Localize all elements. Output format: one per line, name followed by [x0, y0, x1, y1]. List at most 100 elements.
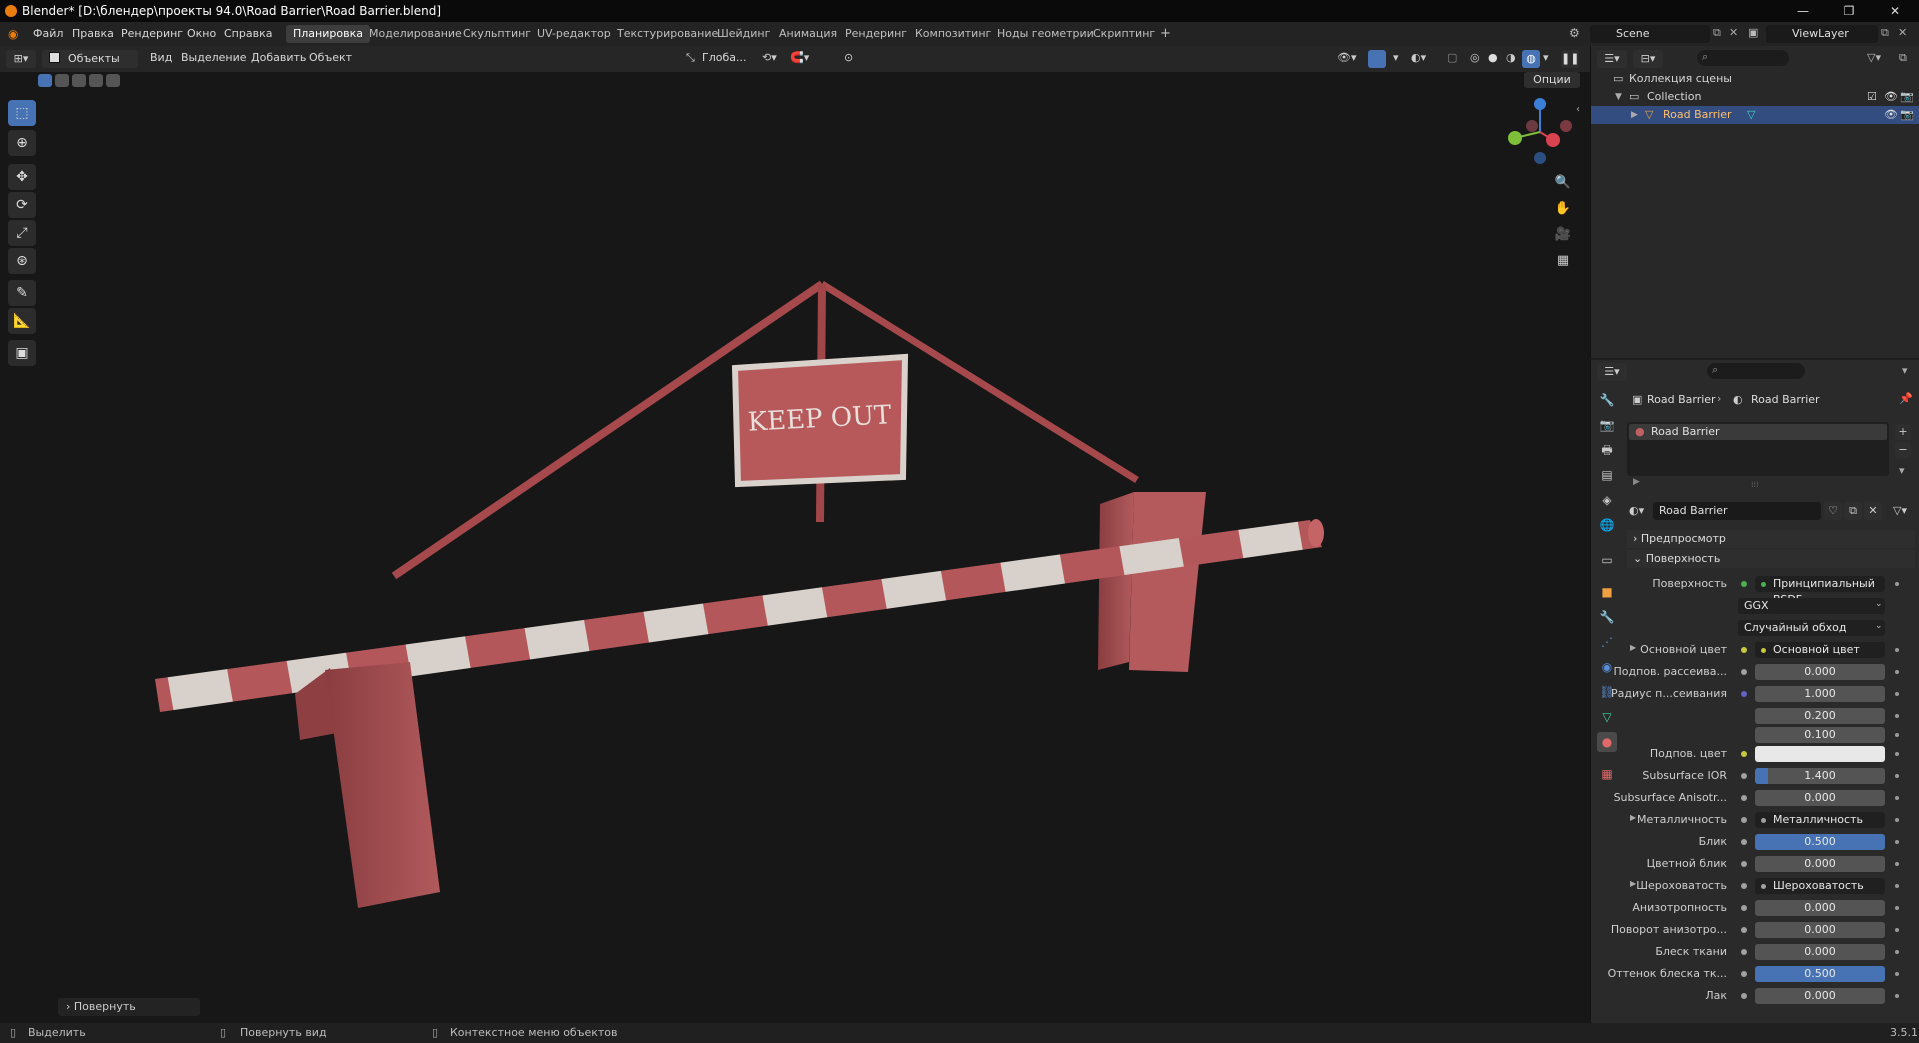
socket-icon[interactable] [1741, 751, 1747, 757]
tab-rendering[interactable]: Рендеринг [838, 25, 914, 43]
new-collection-icon[interactable]: ⧉ [1899, 51, 1907, 65]
properties-options-icon[interactable]: ▾ [1902, 364, 1908, 377]
properties-editor-type-icon[interactable]: ☰▾ [1597, 363, 1627, 381]
tab-modeling[interactable]: Моделирование [362, 25, 469, 43]
perspective-toggle-icon[interactable]: ▦ [1552, 250, 1574, 272]
scene-selector[interactable]: Scene [1590, 25, 1710, 43]
minimize-button[interactable]: — [1780, 0, 1826, 22]
menu-add[interactable]: Добавить [251, 51, 306, 64]
remove-scene-icon[interactable]: ✕ [1729, 26, 1738, 39]
socket-icon[interactable] [1741, 993, 1747, 999]
number-field[interactable]: 0.000 [1755, 856, 1885, 872]
color-swatch[interactable] [1755, 746, 1885, 762]
shading-options-icon[interactable]: ▾ [1543, 51, 1549, 64]
collection-visibility-icon[interactable]: 👁 [1884, 88, 1898, 106]
keyframe-icon[interactable] [1895, 774, 1899, 778]
slot-specials-icon[interactable]: ▾ [1899, 464, 1905, 477]
menu-select[interactable]: Выделение [181, 51, 247, 64]
number-field[interactable]: 0.200 [1755, 708, 1885, 724]
close-window-button[interactable]: ✕ [1872, 0, 1918, 22]
number-field[interactable]: 0.000 [1755, 664, 1885, 680]
filter-icon[interactable]: ▽▾ [1867, 51, 1881, 64]
collection-tab-icon[interactable]: ▭ [1597, 550, 1617, 570]
world-tab-icon[interactable]: 🌐 [1597, 515, 1617, 535]
duplicate-material-icon[interactable]: ⧉ [1844, 502, 1862, 520]
outliner-editor-type-icon[interactable]: ☰▾ [1597, 50, 1627, 68]
keyframe-icon[interactable] [1895, 862, 1899, 866]
road-barrier-row[interactable]: ▶ ▽ Road Barrier ▽ 👁 📷 [1591, 106, 1919, 124]
slot-list-expand-icon[interactable]: ▶ [1633, 477, 1640, 487]
view-layer-tab-icon[interactable]: ▤ [1597, 465, 1617, 485]
object-render-icon[interactable]: 📷 [1900, 106, 1914, 124]
display-mode-icon[interactable]: ⊟▾ [1633, 50, 1663, 68]
menu-file[interactable]: Файл [33, 27, 63, 40]
socket-icon[interactable] [1741, 905, 1747, 911]
tab-sculpting[interactable]: Скульптинг [456, 25, 538, 43]
render-tab-icon[interactable]: 📷 [1597, 415, 1617, 435]
socket-icon[interactable] [1741, 647, 1747, 653]
dropdown-select[interactable]: GGX [1738, 598, 1885, 614]
gizmo-toggle-button[interactable] [1368, 50, 1386, 68]
material-slot-row[interactable]: ● Road Barrier [1629, 424, 1887, 440]
menu-edit[interactable]: Правка [72, 27, 114, 40]
expand-socket-icon[interactable]: ▶ [1630, 643, 1636, 652]
keyframe-icon[interactable] [1895, 928, 1899, 932]
socket-icon[interactable] [1741, 669, 1747, 675]
linked-node-field[interactable]: Основной цвет [1755, 642, 1885, 658]
sidebar-toggle-icon[interactable]: ‹ [1576, 104, 1580, 115]
socket-icon[interactable] [1741, 691, 1747, 697]
scene-collection-row[interactable]: ▭ Коллекция сцены [1591, 70, 1919, 88]
pivot-point-icon[interactable]: ⟲▾ [762, 51, 777, 64]
collection-render-icon[interactable]: 📷 [1900, 88, 1914, 106]
solid-shading-icon[interactable]: ● [1488, 51, 1498, 64]
number-field[interactable]: 0.100 [1755, 727, 1885, 743]
fake-user-icon[interactable]: ♡ [1824, 502, 1842, 520]
keyframe-icon[interactable] [1895, 582, 1899, 586]
menu-window[interactable]: Окно [187, 27, 216, 40]
keyframe-icon[interactable] [1895, 818, 1899, 822]
view-layer-selector[interactable]: ViewLayer [1766, 25, 1878, 43]
menu-view[interactable]: Вид [150, 51, 172, 64]
keyframe-icon[interactable] [1895, 648, 1899, 652]
restore-button[interactable]: ❐ [1826, 0, 1872, 22]
proportional-edit-icon[interactable]: ⊙ [844, 51, 853, 64]
preview-panel-header[interactable]: › Предпросмотр [1627, 530, 1915, 548]
gizmo-dropdown-icon[interactable]: ▾ [1393, 51, 1399, 64]
browse-material-icon[interactable]: ◐▾ [1629, 504, 1644, 517]
socket-icon[interactable] [1741, 949, 1747, 955]
menu-render[interactable]: Рендеринг [121, 27, 183, 40]
keyframe-icon[interactable] [1895, 752, 1899, 756]
tab-geometry-nodes[interactable]: Ноды геометрии [990, 25, 1101, 43]
pan-view-icon[interactable]: ✋ [1552, 198, 1574, 220]
collection-row[interactable]: ▼ ▭ Collection ☑ 👁 📷 [1591, 88, 1919, 106]
keyframe-icon[interactable] [1895, 906, 1899, 910]
number-field[interactable]: 0.000 [1755, 988, 1885, 1004]
object-expand-icon[interactable]: ▶ [1631, 106, 1638, 124]
keyframe-icon[interactable] [1895, 884, 1899, 888]
surface-panel-header[interactable]: ⌄ Поверхность [1627, 550, 1915, 568]
tab-compositing[interactable]: Композитинг [908, 25, 998, 43]
keyframe-icon[interactable] [1895, 796, 1899, 800]
pin-icon[interactable]: 📌 [1899, 392, 1913, 405]
number-field[interactable]: 1.400 [1755, 768, 1885, 784]
material-shading-icon[interactable]: ◑ [1506, 51, 1516, 64]
navigation-gizmo[interactable] [1500, 92, 1580, 172]
tab-shading[interactable]: Шейдинг [710, 25, 777, 43]
number-field[interactable]: 0.500 [1755, 966, 1885, 982]
object-visibility-icon[interactable]: 👁 [1884, 106, 1898, 124]
material-link-icon[interactable]: ▽▾ [1893, 504, 1907, 517]
tab-animation[interactable]: Анимация [772, 25, 844, 43]
socket-icon[interactable] [1741, 773, 1747, 779]
keyframe-icon[interactable] [1895, 840, 1899, 844]
new-view-layer-icon[interactable]: ⧉ [1881, 26, 1889, 40]
keyframe-icon[interactable] [1895, 994, 1899, 998]
breadcrumb-material[interactable]: Road Barrier [1751, 393, 1820, 406]
add-slot-button[interactable]: + [1895, 424, 1911, 440]
tool-tab-icon[interactable]: 🔧 [1597, 390, 1617, 410]
keyframe-icon[interactable] [1895, 670, 1899, 674]
number-field[interactable]: 0.000 [1755, 790, 1885, 806]
linked-node-field[interactable]: Принципиальный BSDF [1755, 576, 1885, 606]
linked-node-field[interactable]: Металличность [1755, 812, 1885, 828]
collection-checkbox-icon[interactable]: ☑ [1867, 88, 1877, 106]
number-field[interactable]: 0.000 [1755, 944, 1885, 960]
